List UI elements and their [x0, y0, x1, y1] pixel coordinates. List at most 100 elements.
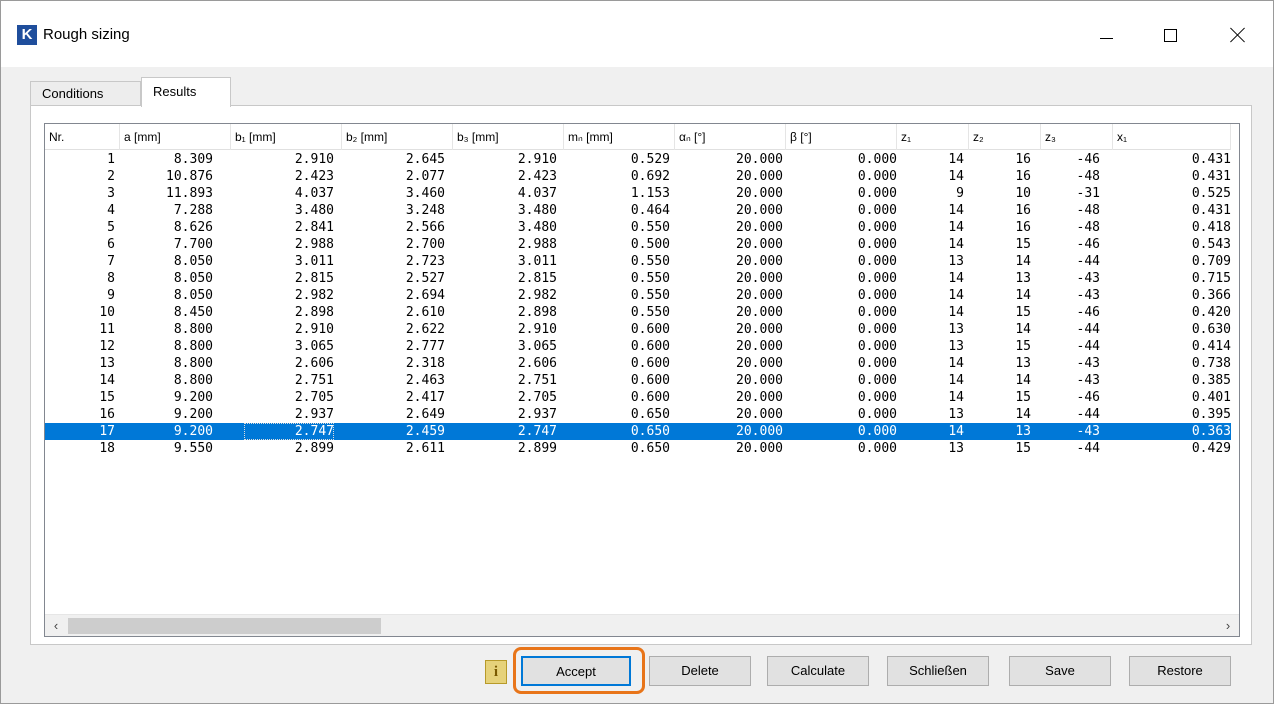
- table-cell: -43: [1076, 288, 1100, 303]
- info-icon[interactable]: i: [485, 660, 507, 684]
- save-button[interactable]: Save: [1009, 656, 1111, 686]
- schliessen-button[interactable]: Schließen: [887, 656, 989, 686]
- table-cell: 8.800: [173, 322, 213, 337]
- table-cell: 2.899: [294, 441, 334, 456]
- table-cell: 7.700: [173, 237, 213, 252]
- table-cell: 0.600: [630, 356, 670, 371]
- column-header[interactable]: β [°]: [786, 124, 897, 150]
- table-cell: 2.527: [405, 271, 445, 286]
- table-row[interactable]: 2 10.876 2.423 2.077 2.423 0.692 20.000 0.000 14…: [45, 168, 1231, 185]
- table-cell: -44: [1076, 254, 1100, 269]
- scroll-left-icon[interactable]: ‹: [45, 615, 67, 636]
- table-cell: -44: [1076, 339, 1100, 354]
- maximize-button[interactable]: [1147, 15, 1193, 55]
- table-cell: 2.610: [405, 305, 445, 320]
- close-button[interactable]: [1215, 15, 1261, 55]
- restore-button[interactable]: Restore: [1129, 656, 1231, 686]
- table-cell: 0.401: [1191, 390, 1231, 405]
- column-header[interactable]: b₃ [mm]: [453, 124, 564, 150]
- table-cell: 0.550: [630, 254, 670, 269]
- results-panel: Nr. ^ a [mm] b₁ [mm] b₂ [mm] b₃ [mm] mₙ [mm] αₙ…: [30, 105, 1252, 645]
- table-row[interactable]: 3 11.893 4.037 3.460 4.037 1.153 20.000 0.000 9 1…: [45, 185, 1231, 202]
- table-cell: 0.395: [1191, 407, 1231, 422]
- table-cell: 7: [107, 254, 115, 269]
- table-cell: 2.777: [405, 339, 445, 354]
- scroll-right-icon[interactable]: ›: [1217, 615, 1239, 636]
- horizontal-scrollbar[interactable]: ‹ ›: [45, 614, 1239, 636]
- table-cell: -43: [1076, 271, 1100, 286]
- table-cell: 20.000: [736, 254, 783, 269]
- table-cell: 2.910: [294, 152, 334, 167]
- table-cell: -46: [1076, 152, 1100, 167]
- table-row[interactable]: 13 8.800 2.606 2.318 2.606 0.600 20.000 0.000 14…: [45, 355, 1231, 372]
- table-row[interactable]: 10 8.450 2.898 2.610 2.898 0.550 20.000 0.000 14…: [45, 304, 1231, 321]
- table-cell: 17: [99, 424, 115, 439]
- column-header[interactable]: z₂: [969, 124, 1041, 150]
- table-cell: 3.011: [517, 254, 557, 269]
- table-row[interactable]: 9 8.050 2.982 2.694 2.982 0.550 20.000 0.000 14 1…: [45, 287, 1231, 304]
- table-cell: 0.525: [1191, 186, 1231, 201]
- table-cell: 20.000: [736, 390, 783, 405]
- column-header[interactable]: mₙ [mm]: [564, 124, 675, 150]
- tab-conditions[interactable]: Conditions: [30, 81, 141, 106]
- table-cell: 0.543: [1191, 237, 1231, 252]
- table-cell: 1: [107, 152, 115, 167]
- table-cell: 8.800: [173, 339, 213, 354]
- tab-results[interactable]: Results: [141, 77, 231, 107]
- table-row[interactable]: 14 8.800 2.751 2.463 2.751 0.600 20.000 0.000 14…: [45, 372, 1231, 389]
- table-row[interactable]: 12 8.800 3.065 2.777 3.065 0.600 20.000 0.000 13…: [45, 338, 1231, 355]
- table-cell: 7.288: [173, 203, 213, 218]
- table-row[interactable]: 4 7.288 3.480 3.248 3.480 0.464 20.000 0.000 14 1…: [45, 202, 1231, 219]
- column-header[interactable]: a [mm]: [120, 124, 231, 150]
- table-cell: 3.460: [405, 186, 445, 201]
- table-row[interactable]: 16 9.200 2.937 2.649 2.937 0.650 20.000 0.000 13…: [45, 406, 1231, 423]
- scrollbar-thumb[interactable]: [68, 618, 381, 634]
- table-row[interactable]: 6 7.700 2.988 2.700 2.988 0.500 20.000 0.000 14 1…: [45, 236, 1231, 253]
- table-cell: 8.050: [173, 254, 213, 269]
- table-row[interactable]: 7 8.050 3.011 2.723 3.011 0.550 20.000 0.000 13 1…: [45, 253, 1231, 270]
- table-cell: 20.000: [736, 237, 783, 252]
- table-cell: 20.000: [736, 373, 783, 388]
- table-cell: 20.000: [736, 220, 783, 235]
- table-cell: 20.000: [736, 322, 783, 337]
- table-cell: -31: [1076, 186, 1100, 201]
- table-row[interactable]: 11 8.800 2.910 2.622 2.910 0.600 20.000 0.000 13…: [45, 321, 1231, 338]
- column-header[interactable]: b₂ [mm]: [342, 124, 453, 150]
- table-cell: 9.550: [173, 441, 213, 456]
- table-cell: 8.800: [173, 356, 213, 371]
- column-header[interactable]: z₁: [897, 124, 969, 150]
- table-row[interactable]: 1 8.309 2.910 2.645 2.910 0.529 20.000 0.000 14 1…: [45, 151, 1231, 168]
- table-cell: 0.385: [1191, 373, 1231, 388]
- column-header[interactable]: b₁ [mm]: [231, 124, 342, 150]
- column-header[interactable]: x₁: [1113, 124, 1231, 150]
- table-row[interactable]: 15 9.200 2.705 2.417 2.705 0.600 20.000 0.000 14…: [45, 389, 1231, 406]
- column-header[interactable]: αₙ [°]: [675, 124, 786, 150]
- accept-button[interactable]: Accept: [521, 656, 631, 686]
- minimize-button[interactable]: [1083, 15, 1129, 55]
- column-header[interactable]: z₃: [1041, 124, 1113, 150]
- table-header: Nr. ^ a [mm] b₁ [mm] b₂ [mm] b₃ [mm] mₙ [mm] αₙ…: [45, 124, 1231, 150]
- results-table[interactable]: Nr. ^ a [mm] b₁ [mm] b₂ [mm] b₃ [mm] mₙ [mm] αₙ…: [44, 123, 1240, 637]
- title-bar[interactable]: K Rough sizing: [1, 1, 1273, 67]
- table-cell: 2.910: [517, 152, 557, 167]
- table-cell: 2.606: [517, 356, 557, 371]
- table-cell: 20.000: [736, 441, 783, 456]
- delete-button[interactable]: Delete: [649, 656, 751, 686]
- table-row[interactable]: 5 8.626 2.841 2.566 3.480 0.550 20.000 0.000 14 1…: [45, 219, 1231, 236]
- table-row[interactable]: 8 8.050 2.815 2.527 2.815 0.550 20.000 0.000 14 1…: [45, 270, 1231, 287]
- table-cell: -44: [1076, 322, 1100, 337]
- table-row[interactable]: 18 9.550 2.899 2.611 2.899 0.650 20.000 0.000 13…: [45, 440, 1231, 457]
- table-cell: 4.037: [294, 186, 334, 201]
- table-cell: 8: [107, 271, 115, 286]
- calculate-button[interactable]: Calculate: [767, 656, 869, 686]
- table-cell: 5: [107, 220, 115, 235]
- table-cell: 1.153: [630, 186, 670, 201]
- table-cell: 9.200: [173, 390, 213, 405]
- table-cell: 0.600: [630, 339, 670, 354]
- table-cell: 0.464: [630, 203, 670, 218]
- table-cell: -44: [1076, 407, 1100, 422]
- app-logo-icon: K: [17, 25, 37, 45]
- table-cell: 2.910: [517, 322, 557, 337]
- table-row[interactable]: 17 9.200 2.747 2.459 2.747 0.650 20.000 0.000 14…: [45, 423, 1231, 440]
- table-cell: 20.000: [736, 186, 783, 201]
